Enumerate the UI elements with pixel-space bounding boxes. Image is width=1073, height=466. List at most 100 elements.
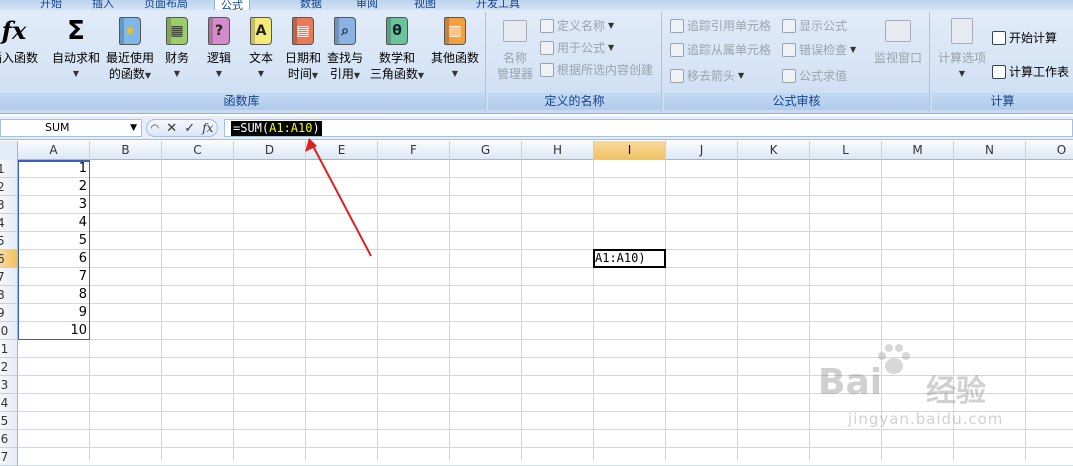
text-button[interactable]: A 文本 ▼ bbox=[242, 16, 280, 82]
logical-button[interactable]: ? 逻辑 ▼ bbox=[200, 16, 238, 82]
watermark-brand-cn: 经验 bbox=[926, 374, 986, 409]
financial-button[interactable]: ▦ 财务 ▼ bbox=[158, 16, 196, 82]
row-header[interactable]: 7 bbox=[0, 268, 18, 286]
collapse-icon[interactable]: ◠ bbox=[151, 123, 160, 134]
gridline-horizontal bbox=[18, 213, 1073, 214]
column-header[interactable]: B bbox=[90, 141, 162, 160]
column-header[interactable]: M bbox=[882, 141, 954, 160]
watermark-url: jingyan.baidu.com bbox=[848, 410, 1004, 428]
show-formulas-button[interactable]: 显示公式 bbox=[782, 18, 847, 34]
column-header[interactable]: F bbox=[378, 141, 450, 160]
column-header[interactable]: J bbox=[666, 141, 738, 160]
row-header[interactable]: 12 bbox=[0, 358, 18, 376]
datetime-button[interactable]: ▤ 日期和 时间▼ bbox=[282, 16, 324, 84]
formula-buttons: ◠ ✕ ✓ fx bbox=[146, 119, 218, 137]
name-box[interactable]: SUM ▼ bbox=[0, 119, 142, 137]
row-header[interactable]: 5 bbox=[0, 232, 18, 250]
gridline-horizontal bbox=[18, 231, 1073, 232]
group-label-function-library: 函数库 bbox=[0, 93, 485, 110]
calculate-now-button[interactable]: 开始计算 bbox=[992, 30, 1057, 46]
tab-data[interactable]: 数据 bbox=[300, 0, 322, 10]
define-name-button[interactable]: 定义名称 ▼ bbox=[540, 18, 614, 34]
tab-review[interactable]: 审阅 bbox=[356, 0, 378, 10]
column-header[interactable]: A bbox=[18, 141, 90, 160]
financial-book-icon: ▦ bbox=[164, 16, 190, 46]
row-header[interactable]: 13 bbox=[0, 376, 18, 394]
row-header[interactable]: 2 bbox=[0, 178, 18, 196]
tab-developer[interactable]: 开发工具 bbox=[476, 0, 520, 10]
row-header[interactable]: 11 bbox=[0, 340, 18, 358]
trace-dependents-button[interactable]: 追踪从属单元格 bbox=[670, 42, 771, 58]
tab-view[interactable]: 视图 bbox=[414, 0, 436, 10]
evaluate-formula-button[interactable]: 公式求值 bbox=[782, 68, 847, 84]
formula-input[interactable]: =SUM(A1:A10) bbox=[224, 119, 1073, 137]
column-header[interactable]: K bbox=[738, 141, 810, 160]
remove-arrows-button[interactable]: 移去箭头 ▼ bbox=[670, 68, 744, 84]
gridline-horizontal bbox=[18, 303, 1073, 304]
tab-page-layout[interactable]: 页面布局 bbox=[144, 0, 188, 10]
more-functions-button[interactable]: ▥ 其他函数 ▼ bbox=[428, 16, 482, 82]
name-manager-icon bbox=[502, 16, 528, 46]
column-header[interactable]: H bbox=[522, 141, 594, 160]
fx-icon: fx bbox=[1, 16, 27, 45]
tab-formulas[interactable]: 公式 bbox=[214, 0, 250, 12]
gridline-vertical bbox=[737, 160, 738, 460]
row-header[interactable]: 16 bbox=[0, 430, 18, 448]
row-header[interactable]: 10 bbox=[0, 322, 18, 340]
active-editing-cell[interactable]: A1:A10) bbox=[593, 249, 666, 268]
gridline-vertical bbox=[161, 160, 162, 460]
calculation-options-button[interactable]: 计算选项 ▼ bbox=[934, 16, 990, 82]
row-header[interactable]: 8 bbox=[0, 286, 18, 304]
column-header[interactable]: G bbox=[450, 141, 522, 160]
column-header[interactable]: E bbox=[306, 141, 378, 160]
insert-function-button[interactable]: fx 插入函数 bbox=[0, 16, 42, 66]
remove-arrows-icon bbox=[670, 69, 684, 83]
create-from-selection-button[interactable]: 根据所选内容创建 bbox=[540, 62, 653, 78]
row-header[interactable]: 14 bbox=[0, 394, 18, 412]
insert-fx-icon[interactable]: fx bbox=[202, 121, 213, 135]
column-header[interactable]: C bbox=[162, 141, 234, 160]
cancel-icon[interactable]: ✕ bbox=[166, 121, 177, 136]
name-manager-button[interactable]: 名称 管理器 bbox=[492, 16, 538, 82]
glasses-window-icon bbox=[885, 16, 911, 46]
enter-check-icon[interactable]: ✓ bbox=[184, 121, 195, 136]
column-header[interactable]: O bbox=[1026, 141, 1073, 160]
column-header[interactable]: D bbox=[234, 141, 306, 160]
calculate-sheet-button[interactable]: 计算工作表 bbox=[992, 64, 1069, 80]
trace-precedents-button[interactable]: 追踪引用单元格 bbox=[670, 18, 771, 34]
recent-functions-button[interactable]: ★ 最近使用 的函数▼ bbox=[102, 16, 158, 84]
tab-home[interactable]: 开始 bbox=[40, 0, 62, 10]
chevron-down-icon: ▼ bbox=[72, 69, 80, 78]
group-label-calculation: 计算 bbox=[932, 93, 1073, 110]
grid-icon bbox=[540, 63, 554, 77]
chevron-down-icon[interactable]: ▼ bbox=[130, 120, 137, 136]
column-header[interactable]: L bbox=[810, 141, 882, 160]
row-header[interactable]: 17 bbox=[0, 448, 18, 466]
evaluate-icon bbox=[782, 69, 796, 83]
select-all-corner[interactable] bbox=[0, 141, 18, 160]
row-header[interactable]: 9 bbox=[0, 304, 18, 322]
group-calculation: 计算选项 ▼ 开始计算 计算工作表 计算 bbox=[932, 12, 1073, 112]
row-header[interactable]: 4 bbox=[0, 214, 18, 232]
fx-small-icon bbox=[540, 41, 554, 55]
use-in-formula-button[interactable]: 用于公式 ▼ bbox=[540, 40, 614, 56]
row-header[interactable]: 1 bbox=[0, 160, 18, 178]
row-header[interactable]: 3 bbox=[0, 196, 18, 214]
calendar-book-icon: ▤ bbox=[290, 16, 316, 46]
group-defined-names: 名称 管理器 定义名称 ▼ 用于公式 ▼ 根据所选内容创建 定义的名称 bbox=[488, 12, 662, 112]
show-formulas-icon bbox=[782, 19, 796, 33]
math-trig-button[interactable]: θ 数学和 三角函数▼ bbox=[366, 16, 428, 84]
row-header[interactable]: 15 bbox=[0, 412, 18, 430]
lookup-button[interactable]: ⌕ 查找与 引用▼ bbox=[324, 16, 366, 84]
group-function-library: fx 插入函数 Σ 自动求和 ▼ ★ 最近使用 的函数▼ ▦ 财务 ▼ ? 逻辑… bbox=[0, 12, 486, 112]
error-check-icon bbox=[782, 43, 796, 57]
row-header[interactable]: 6 bbox=[0, 250, 18, 268]
column-header[interactable]: I bbox=[594, 141, 666, 160]
autosum-button[interactable]: Σ 自动求和 ▼ bbox=[50, 16, 102, 82]
error-checking-button[interactable]: 错误检查 ▼ bbox=[782, 42, 856, 58]
column-header[interactable]: N bbox=[954, 141, 1026, 160]
tab-insert[interactable]: 插入 bbox=[92, 0, 114, 10]
watch-window-button[interactable]: 监视窗口 bbox=[868, 16, 928, 66]
gridline-horizontal bbox=[18, 177, 1073, 178]
group-label-defined-names: 定义的名称 bbox=[488, 93, 661, 110]
